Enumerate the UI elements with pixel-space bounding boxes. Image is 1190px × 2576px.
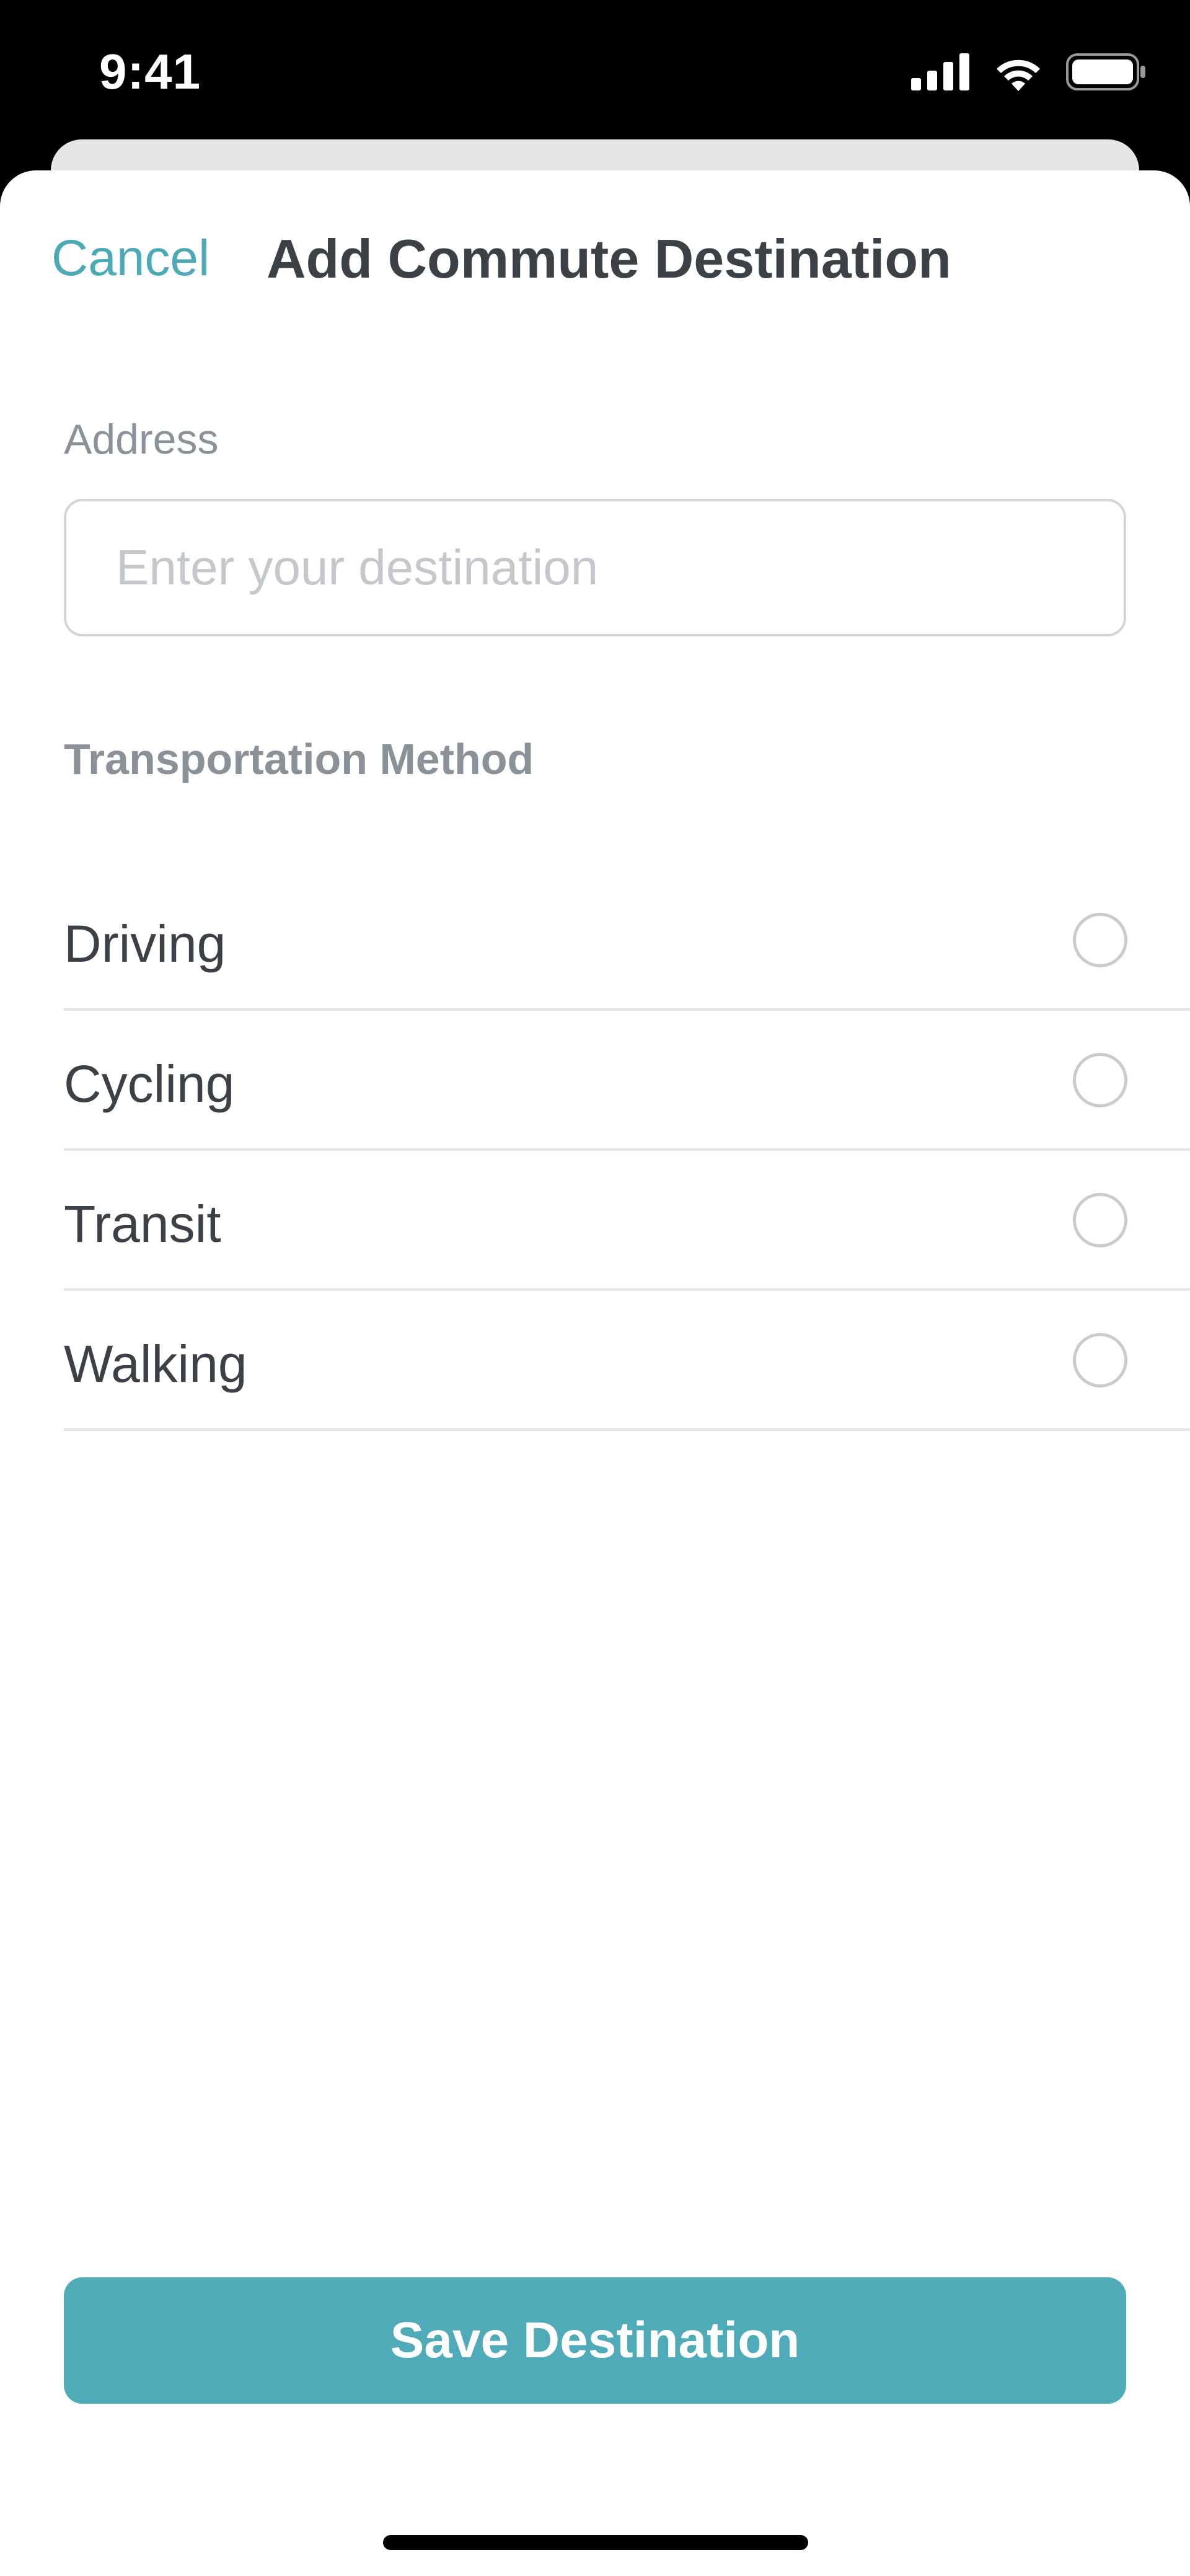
method-label: Walking [64, 1335, 247, 1393]
status-icons [911, 53, 1147, 91]
method-option-cycling[interactable]: Cycling [64, 1011, 1190, 1151]
home-indicator [383, 2535, 808, 2550]
status-bar: 9:41 [0, 0, 1190, 143]
transportation-method-title: Transportation Method [64, 735, 534, 783]
save-destination-button[interactable]: Save Destination [64, 2277, 1126, 2404]
method-label: Driving [64, 915, 226, 973]
method-label: Cycling [64, 1055, 235, 1113]
radio-button[interactable] [1073, 1193, 1127, 1247]
method-option-walking[interactable]: Walking [64, 1291, 1190, 1431]
add-destination-sheet: Cancel Add Commute Destination Address T… [0, 170, 1190, 2576]
method-option-transit[interactable]: Transit [64, 1151, 1190, 1291]
address-label: Address [64, 416, 219, 463]
radio-button[interactable] [1073, 1053, 1127, 1107]
cancel-button[interactable]: Cancel [51, 229, 209, 288]
method-label: Transit [64, 1195, 221, 1253]
signal-icon [911, 53, 971, 90]
transportation-method-list: Driving Cycling Transit Walking [64, 871, 1190, 1431]
wifi-icon [993, 53, 1044, 91]
battery-icon [1066, 53, 1147, 90]
method-option-driving[interactable]: Driving [64, 871, 1190, 1011]
address-input[interactable] [64, 499, 1126, 636]
radio-button[interactable] [1073, 913, 1127, 967]
page-title: Add Commute Destination [267, 228, 951, 289]
status-time: 9:41 [99, 44, 201, 99]
radio-button[interactable] [1073, 1333, 1127, 1387]
